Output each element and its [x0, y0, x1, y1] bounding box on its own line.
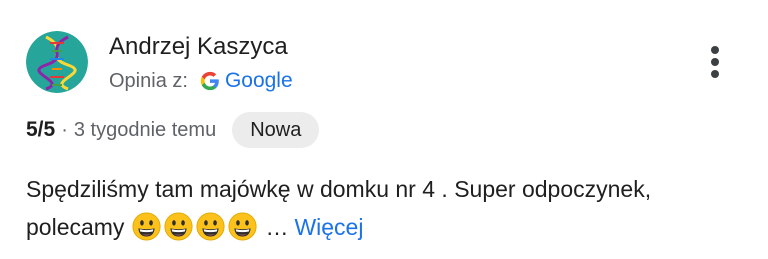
more-vert-icon-dot — [711, 70, 719, 78]
review-text-line-2-container: polecamy … Więcej — [26, 208, 756, 246]
grinning-face-icon — [132, 212, 161, 241]
more-vert-icon-dot — [711, 58, 719, 66]
more-vert-icon — [711, 46, 719, 54]
author-name[interactable]: Andrzej Kaszyca — [109, 32, 288, 62]
grinning-face-icon — [228, 212, 257, 241]
google-g-icon — [200, 71, 220, 91]
grinning-face-icon — [164, 212, 193, 241]
more-link[interactable]: Więcej — [294, 214, 363, 240]
more-options-button[interactable] — [700, 40, 730, 84]
time-ago: 3 tygodnie temu — [73, 118, 217, 141]
review-text-line-1: Spędziliśmy tam majówkę w domku nr 4 . S… — [26, 176, 652, 202]
dna-helix-avatar-icon — [26, 31, 88, 93]
review-text: Spędziliśmy tam majówkę w domku nr 4 . S… — [26, 170, 756, 246]
grinning-face-icon — [196, 212, 225, 241]
new-badge: Nowa — [232, 112, 320, 148]
review-card: Andrzej Kaszyca Opinia z: Google 5/5 · 3… — [0, 0, 768, 259]
review-text-line-2: polecamy — [26, 214, 125, 240]
separator: · — [61, 118, 68, 141]
source-name-link[interactable]: Google — [225, 69, 293, 93]
rating: 5/5 — [26, 118, 56, 141]
source-label: Opinia z: — [109, 69, 188, 92]
avatar[interactable] — [26, 31, 88, 93]
emoji-group — [132, 212, 257, 241]
review-source: Opinia z: Google — [109, 67, 293, 95]
review-meta: 5/5 · 3 tygodnie temu Nowa — [26, 112, 320, 148]
ellipsis: … — [265, 214, 289, 240]
